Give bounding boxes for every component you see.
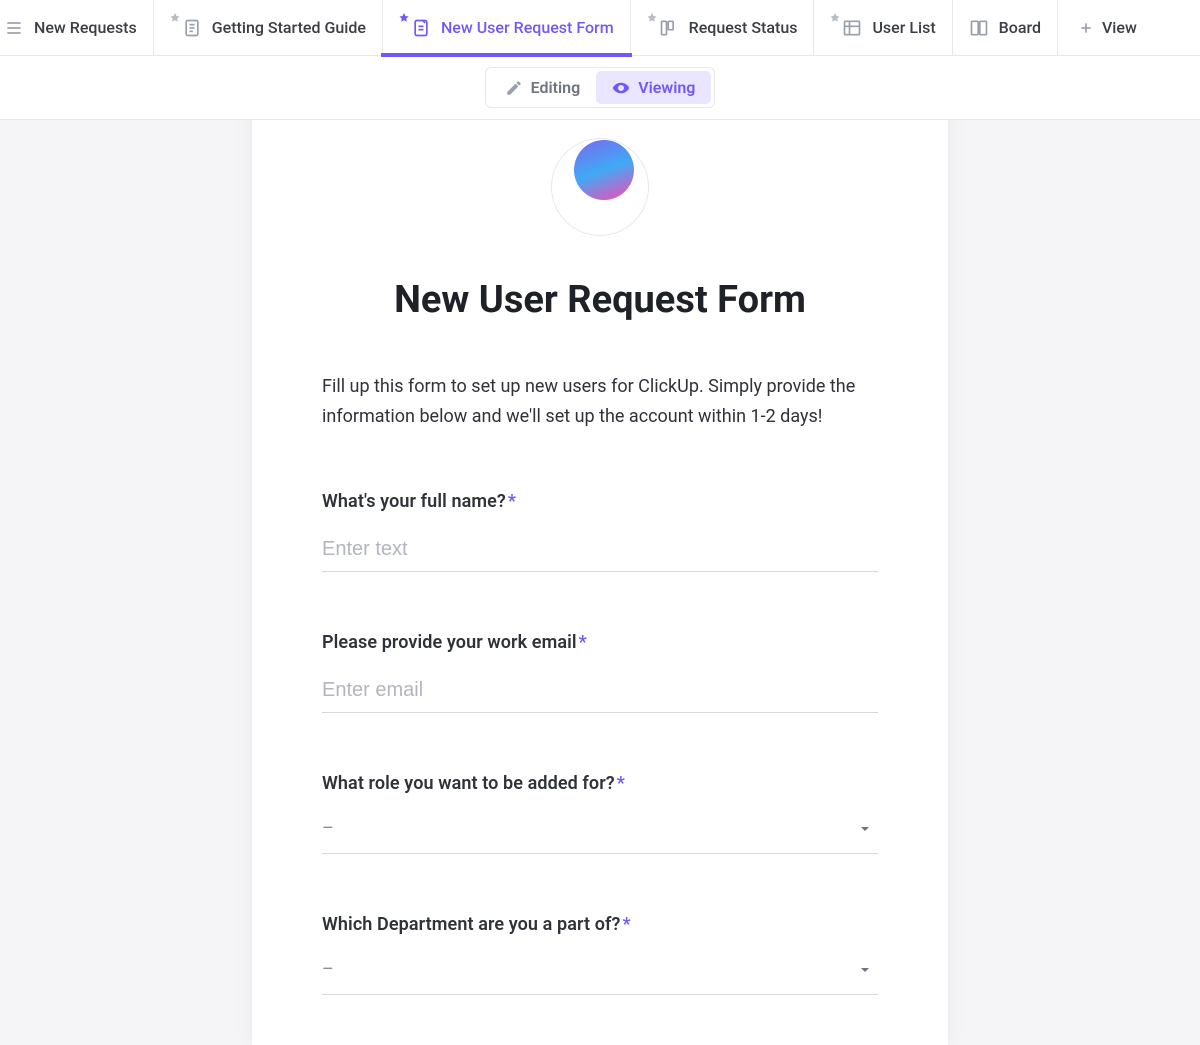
tab-getting-started-guide[interactable]: Getting Started Guide	[154, 0, 383, 56]
form-logo	[551, 138, 649, 236]
tab-request-status[interactable]: Request Status	[631, 0, 815, 56]
tab-label: Board	[999, 18, 1041, 37]
tab-label: Getting Started Guide	[212, 18, 366, 37]
plus-icon	[1078, 20, 1094, 36]
doc-icon	[182, 18, 202, 38]
caret-down-icon	[860, 965, 870, 975]
field-label: What's your full name?*	[322, 491, 878, 512]
required-marker: *	[508, 491, 516, 512]
board-icon	[969, 18, 989, 38]
field-role: What role you want to be added for?* –	[322, 773, 878, 854]
required-marker: *	[579, 632, 587, 653]
field-label: Which Department are you a part of?*	[322, 914, 878, 935]
form-title: New User Request Form	[252, 278, 948, 322]
field-full-name: What's your full name?*	[322, 491, 878, 572]
editing-label: Editing	[531, 78, 581, 97]
tab-label: New Requests	[34, 18, 137, 37]
pin-icon	[170, 13, 180, 23]
caret-down-icon	[860, 824, 870, 834]
pencil-icon	[505, 79, 523, 97]
pin-icon	[830, 13, 840, 23]
pin-icon	[399, 13, 409, 23]
select-value: –	[322, 959, 334, 980]
eye-icon	[612, 79, 630, 97]
view-tab-bar: New Requests Getting Started Guide New U…	[0, 0, 1200, 56]
add-view-button[interactable]: View	[1058, 0, 1153, 56]
field-label: What role you want to be added for?*	[322, 773, 878, 794]
field-label: Please provide your work email*	[322, 632, 878, 653]
editing-mode-button[interactable]: Editing	[489, 71, 597, 104]
tab-board[interactable]: Board	[953, 0, 1058, 56]
pin-icon	[647, 13, 657, 23]
table-icon	[842, 18, 862, 38]
form-card: New User Request Form Fill up this form …	[252, 120, 948, 1045]
tab-label: Request Status	[689, 18, 798, 37]
clickup-logo-icon	[574, 140, 634, 200]
work-email-input[interactable]	[322, 667, 878, 713]
select-value: –	[322, 818, 334, 839]
role-select[interactable]: –	[322, 804, 878, 854]
mode-row: Editing Viewing	[0, 56, 1200, 120]
full-name-input[interactable]	[322, 526, 878, 572]
tab-user-list[interactable]: User List	[814, 0, 952, 56]
viewing-label: Viewing	[638, 78, 695, 97]
tab-new-user-request-form[interactable]: New User Request Form	[383, 0, 631, 56]
form-icon	[411, 18, 431, 38]
tab-new-requests[interactable]: New Requests	[0, 0, 154, 56]
workspace: New User Request Form Fill up this form …	[0, 120, 1200, 1045]
viewing-mode-button[interactable]: Viewing	[596, 71, 711, 104]
board-icon	[659, 18, 679, 38]
mode-toggle: Editing Viewing	[485, 67, 716, 108]
department-select[interactable]: –	[322, 945, 878, 995]
tab-label: User List	[872, 18, 935, 37]
required-marker: *	[622, 914, 630, 935]
tab-label: New User Request Form	[441, 18, 614, 37]
form-logo-wrap	[252, 120, 948, 236]
field-department: Which Department are you a part of?* –	[322, 914, 878, 995]
field-work-email: Please provide your work email*	[322, 632, 878, 713]
required-marker: *	[617, 773, 625, 794]
add-view-label: View	[1102, 18, 1137, 37]
form-description: Fill up this form to set up new users fo…	[322, 372, 878, 431]
list-icon	[4, 18, 24, 38]
